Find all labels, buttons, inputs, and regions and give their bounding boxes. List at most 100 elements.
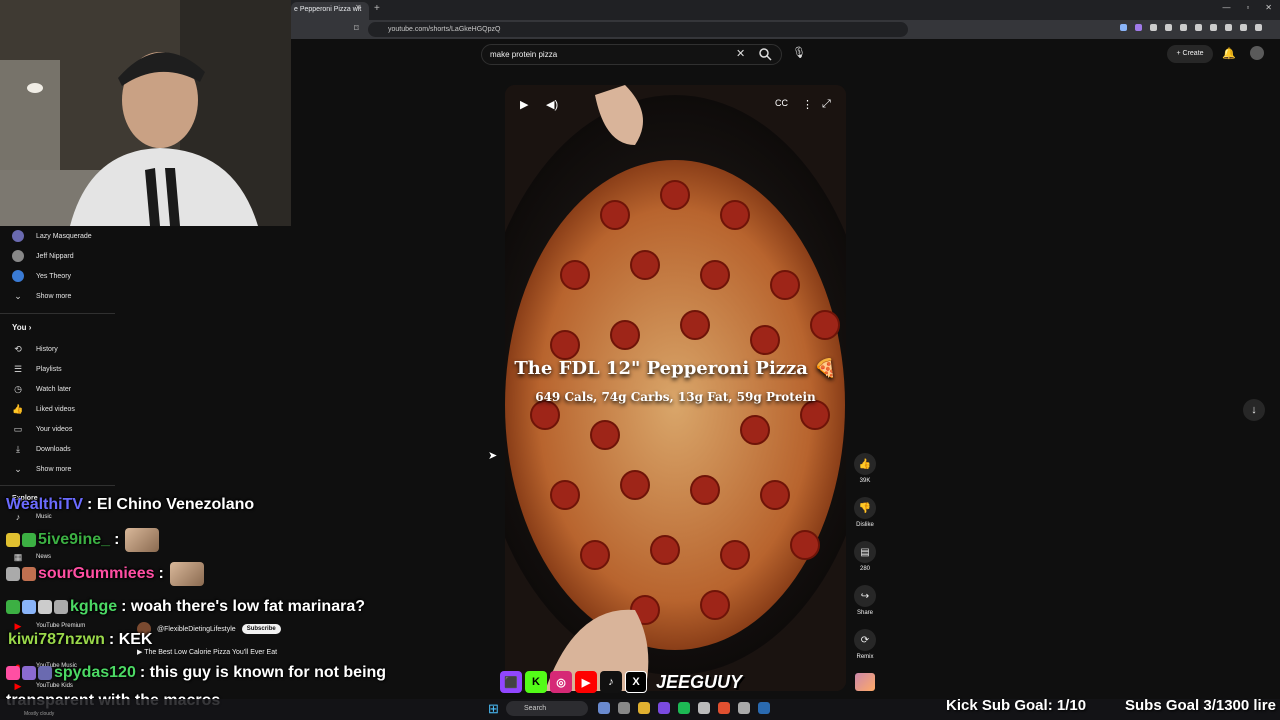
sound-thumbnail[interactable]: [855, 673, 875, 691]
x-icon: X: [625, 671, 647, 693]
chat-badge-icon: [22, 567, 36, 581]
taskbar-app-icon[interactable]: [678, 702, 690, 714]
extension-icon[interactable]: [1165, 24, 1172, 31]
sidebar-item-label: Music: [36, 514, 52, 520]
sidebar-item-history[interactable]: ⟲ History: [12, 341, 58, 357]
show-more-label: Show more: [36, 465, 72, 473]
chat-message: sourGummiees :: [6, 562, 204, 586]
thumb-down-icon: 👎: [854, 497, 876, 519]
chat-emote: [169, 562, 204, 586]
sidebar-subscription[interactable]: Lazy Masquerade: [12, 228, 92, 244]
sidebar-item-label: Lazy Masquerade: [36, 232, 92, 240]
mouse-cursor-icon: ➤: [488, 450, 498, 462]
sidebar-item-downloads[interactable]: ⤓ Downloads: [12, 441, 71, 457]
sidebar-you-header[interactable]: You ›: [12, 323, 31, 332]
taskbar-search[interactable]: Search: [506, 701, 588, 716]
extension-icon[interactable]: [1210, 24, 1217, 31]
history-icon: ⟲: [14, 343, 22, 354]
microphone-icon[interactable]: 🎙: [792, 46, 806, 59]
extension-icon[interactable]: [1180, 24, 1187, 31]
extension-icon[interactable]: [1150, 24, 1157, 31]
sidebar-subscription[interactable]: Yes Theory: [12, 268, 71, 284]
extension-icon[interactable]: [1195, 24, 1202, 31]
windows-start-icon[interactable]: ⊞: [488, 701, 499, 717]
pizza-video-frame: [505, 85, 846, 691]
channel-avatar: [12, 270, 24, 282]
more-options-icon[interactable]: ⋮: [802, 98, 813, 111]
sidebar-item-playlists[interactable]: ☰ Playlists: [12, 361, 62, 377]
chat-text: :: [158, 565, 164, 582]
create-button[interactable]: + Create: [1167, 45, 1213, 63]
sidebar-show-more[interactable]: ⌄ Show more: [12, 461, 71, 477]
extension-icon[interactable]: [1240, 24, 1247, 31]
subs-goal: Subs Goal 3/1300 lire: [1125, 697, 1276, 714]
dislike-button[interactable]: 👎 Dislike: [850, 497, 880, 528]
sidebar-item-liked-videos[interactable]: 👍 Liked videos: [12, 401, 75, 417]
like-button[interactable]: 👍 39K: [850, 453, 880, 484]
clear-search-icon[interactable]: ✕: [736, 47, 745, 60]
taskbar-app-icon[interactable]: [758, 702, 770, 714]
chevron-down-icon: ⌄: [14, 290, 22, 301]
sidebar-item-watch-later[interactable]: ◷ Watch later: [12, 381, 71, 397]
taskbar-apps: [598, 702, 770, 714]
chat-emote: [125, 528, 160, 552]
sidebar-show-more[interactable]: ⌄ Show more: [12, 288, 71, 304]
maximize-icon[interactable]: ▫: [1246, 3, 1249, 12]
taskbar-app-icon[interactable]: [718, 702, 730, 714]
video-icon: ▭: [13, 423, 23, 434]
channel-avatar: [12, 250, 24, 262]
remix-label: Remix: [856, 654, 874, 660]
sidebar-item-label: YouTube Premium: [36, 623, 86, 629]
subscribe-button[interactable]: Subscribe: [241, 624, 281, 634]
comments-button[interactable]: ▤ 280: [850, 541, 880, 572]
taskbar-app-icon[interactable]: [618, 702, 630, 714]
streamer-webcam: [0, 0, 291, 226]
sidebar-divider: [0, 313, 115, 314]
sidebar-divider: [0, 485, 115, 486]
sidebar-item-your-videos[interactable]: ▭ Your videos: [12, 421, 73, 437]
share-icon: ↪: [854, 585, 876, 607]
play-icon[interactable]: ▶: [520, 98, 528, 111]
sidebar-item-label: Jeff Nippard: [36, 252, 74, 260]
remix-icon: ⟳: [854, 629, 876, 651]
notifications-bell-icon[interactable]: 🔔: [1222, 47, 1236, 60]
extension-icon[interactable]: [1120, 24, 1127, 31]
instagram-icon: ◎: [550, 671, 572, 693]
tab-close-icon[interactable]: ✕: [355, 3, 362, 12]
address-bar[interactable]: youtube.com/shorts/LaGkeHGQpzQ: [368, 22, 908, 37]
volume-icon[interactable]: ◀): [546, 98, 558, 111]
search-icon[interactable]: [758, 47, 772, 61]
extension-icon[interactable]: [1135, 24, 1142, 31]
taskbar-app-icon[interactable]: [638, 702, 650, 714]
extension-icon[interactable]: [1225, 24, 1232, 31]
fullscreen-icon[interactable]: ⤢: [822, 98, 831, 111]
captions-icon[interactable]: CC: [775, 98, 788, 108]
taskbar-app-icon[interactable]: [658, 702, 670, 714]
next-short-button[interactable]: ↓: [1243, 399, 1265, 421]
like-count: 39K: [859, 478, 871, 484]
taskbar-app-icon[interactable]: [738, 702, 750, 714]
minimize-icon[interactable]: —: [1222, 3, 1230, 12]
remix-button[interactable]: ⟳ Remix: [850, 629, 880, 660]
new-tab-button[interactable]: +: [374, 3, 380, 14]
chat-username: 5ive9ine_: [38, 531, 111, 548]
chat-username: WealthiTV: [6, 496, 84, 513]
close-window-icon[interactable]: ✕: [1265, 3, 1272, 12]
taskbar-app-icon[interactable]: [698, 702, 710, 714]
share-button[interactable]: ↪ Share: [850, 585, 880, 616]
you-label: You: [12, 323, 27, 332]
sidebar-subscription[interactable]: Jeff Nippard: [12, 248, 74, 264]
thumb-up-icon: 👍: [854, 453, 876, 475]
chat-badge-icon: [6, 567, 20, 581]
chat-badge-icon: [6, 600, 20, 614]
short-channel-row: @FlexibleDietingLifestyle Subscribe: [137, 622, 281, 636]
sidebar-item-label: Downloads: [36, 445, 71, 453]
extension-icon[interactable]: [1255, 24, 1262, 31]
taskbar-app-icon[interactable]: [598, 702, 610, 714]
channel-name[interactable]: @FlexibleDietingLifestyle: [157, 626, 236, 633]
dislike-label: Dislike: [856, 522, 874, 528]
short-description[interactable]: ▶ The Best Low Calorie Pizza You'll Ever…: [137, 648, 277, 656]
bookmark-icon[interactable]: ⌑: [354, 23, 359, 34]
shorts-video-player[interactable]: [505, 85, 846, 691]
account-avatar[interactable]: [1250, 46, 1264, 60]
